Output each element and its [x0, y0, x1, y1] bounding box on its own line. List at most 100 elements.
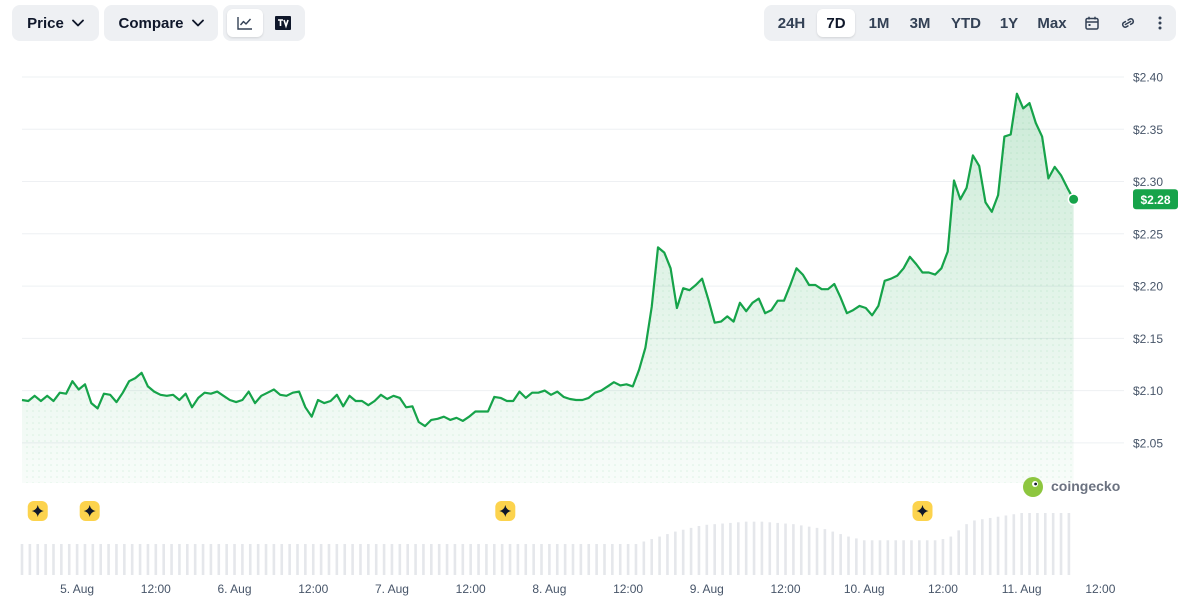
volume-bar [1043, 513, 1047, 575]
volume-bar [862, 540, 866, 575]
line-chart-button[interactable] [227, 9, 263, 37]
volume-bar [201, 544, 205, 575]
calendar-icon [1085, 16, 1099, 30]
y-axis-labels: $2.40 $2.35 $2.30 $2.25 $2.20 $2.15 $2.10 $2.05 [1133, 71, 1163, 451]
volume-bar [548, 544, 551, 575]
volume-bar [256, 544, 260, 575]
volume-bars [20, 513, 1071, 575]
volume-bar [414, 544, 417, 575]
x-tick-label: 12:00 [141, 582, 171, 596]
volume-bar [233, 544, 236, 575]
volume-bar [193, 544, 197, 575]
volume-bar [650, 539, 654, 575]
range-3m-button[interactable]: 3M [902, 9, 938, 37]
volume-bar [697, 526, 701, 575]
chevron-down-icon [191, 19, 204, 27]
x-tick-label: 12:00 [298, 582, 328, 596]
volume-bar [910, 540, 913, 575]
coingecko-watermark: coingecko [1023, 477, 1120, 497]
volume-bar [737, 522, 740, 575]
share-link-button[interactable] [1112, 9, 1144, 37]
chart-toolbar: Price Compare 24H 7D 1M 3M YTD 1Y Max [0, 0, 1182, 46]
volume-bar [902, 540, 905, 575]
volume-bar [555, 544, 559, 575]
range-1y-button[interactable]: 1Y [994, 9, 1024, 37]
more-options-button[interactable] [1148, 9, 1172, 37]
volume-bar [949, 536, 953, 575]
star-event-icon[interactable] [27, 501, 48, 521]
volume-bar [839, 534, 842, 575]
volume-bar [988, 517, 992, 575]
tradingview-button[interactable] [265, 9, 301, 37]
volume-bar [799, 525, 803, 575]
star-event-icon[interactable] [912, 501, 933, 521]
volume-bar [855, 538, 858, 575]
volume-bar [272, 544, 276, 575]
range-ytd-button[interactable]: YTD [944, 9, 988, 37]
price-dropdown-button[interactable]: Price [12, 5, 99, 41]
volume-bar [792, 524, 795, 575]
star-event-icon[interactable] [79, 501, 100, 521]
volume-bar [422, 544, 425, 575]
y-tick-label: $2.30 [1133, 175, 1163, 189]
volume-bar [634, 544, 638, 575]
more-vertical-icon [1158, 16, 1162, 30]
x-tick-label: 12:00 [1085, 582, 1115, 596]
star-event-icon[interactable] [495, 501, 516, 521]
volume-bar [603, 544, 606, 575]
volume-bar [721, 523, 724, 575]
volume-bar [587, 544, 591, 575]
volume-bar [996, 516, 1000, 575]
volume-bar [280, 544, 284, 575]
volume-bar [99, 544, 103, 575]
volume-bar [618, 544, 622, 575]
compare-dropdown-button[interactable]: Compare [104, 5, 218, 41]
coingecko-logo-icon [1023, 477, 1043, 497]
volume-bar [894, 540, 898, 575]
volume-bar [500, 544, 504, 575]
volume-bar [768, 522, 772, 575]
volume-bar [91, 544, 95, 575]
volume-bar [878, 540, 882, 575]
x-tick-label: 9. Aug [690, 582, 724, 596]
price-area [22, 93, 1074, 483]
volume-bar [390, 544, 394, 575]
volume-bar [784, 523, 787, 575]
y-tick-label: $2.35 [1133, 123, 1163, 137]
volume-bar [146, 544, 150, 575]
volume-bar [327, 544, 331, 575]
volume-bar [264, 544, 268, 575]
volume-bar [445, 544, 449, 575]
volume-bar [666, 534, 669, 575]
volume-bar [186, 544, 189, 575]
volume-bar [941, 539, 945, 575]
volume-bar [681, 529, 685, 575]
range-1m-button[interactable]: 1M [862, 9, 896, 37]
current-price-badge: $2.28 [1067, 189, 1178, 210]
volume-bar [823, 529, 827, 575]
volume-bar [1020, 513, 1023, 575]
volume-bar [107, 544, 110, 575]
volume-bar [925, 540, 929, 575]
volume-bar [343, 544, 347, 575]
link-icon [1122, 18, 1134, 28]
x-tick-label: 10. Aug [844, 582, 885, 596]
volume-bar [626, 544, 630, 575]
coingecko-logo-pupil [1034, 482, 1037, 486]
calendar-button[interactable] [1076, 9, 1108, 37]
volume-bar [524, 544, 528, 575]
volume-bar [382, 544, 386, 575]
volume-bar [807, 526, 811, 575]
range-7d-button[interactable]: 7D [817, 9, 855, 37]
volume-bar [760, 521, 764, 575]
y-tick-label: $2.10 [1133, 384, 1163, 398]
range-24h-button[interactable]: 24H [770, 9, 813, 37]
range-max-button[interactable]: Max [1032, 9, 1072, 37]
volume-bar [571, 544, 575, 575]
volume-bar [1028, 513, 1031, 575]
volume-bar [60, 544, 63, 575]
volume-bar [170, 544, 173, 575]
chart-type-switcher [223, 5, 305, 41]
volume-bar [138, 544, 142, 575]
time-range-switcher: 24H 7D 1M 3M YTD 1Y Max [764, 5, 1176, 41]
